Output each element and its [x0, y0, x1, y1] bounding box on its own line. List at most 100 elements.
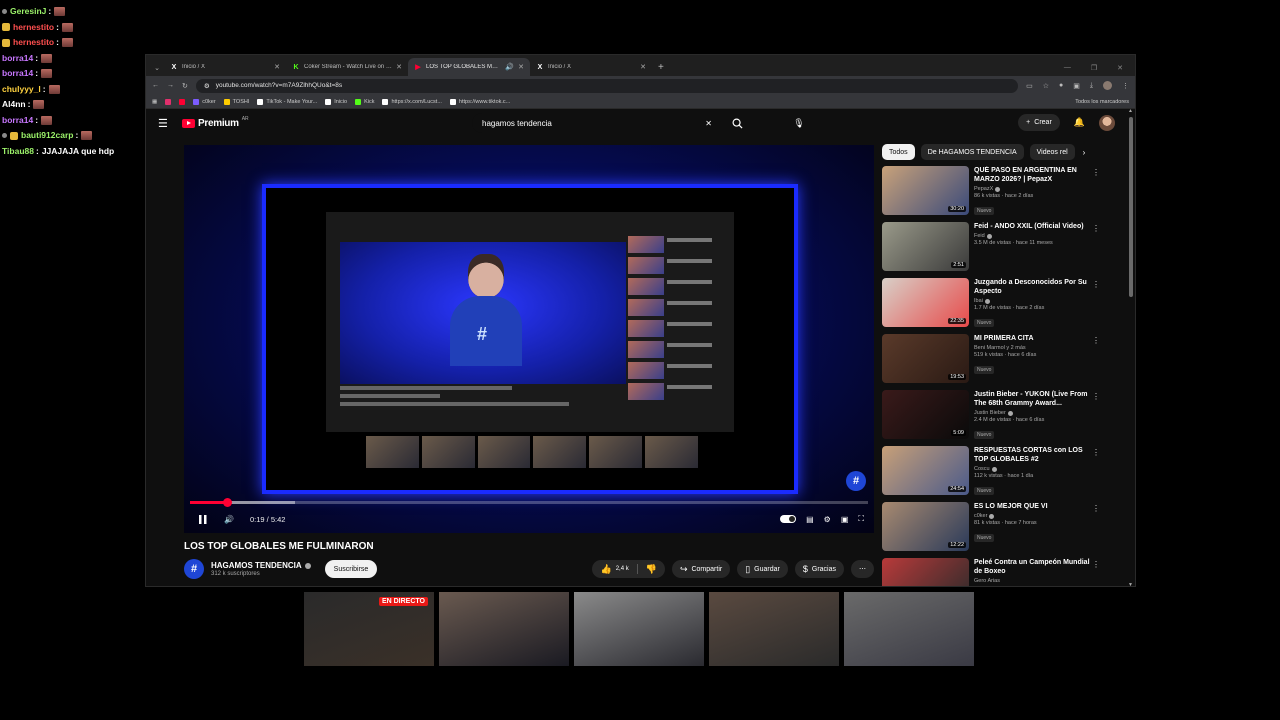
browser-tab[interactable]: K Coker Stream - Watch Live on Kick ✕ — [286, 58, 408, 76]
close-tab-icon[interactable]: ✕ — [518, 63, 524, 71]
dislike-icon[interactable]: 👎 — [646, 564, 657, 575]
channel-name-row[interactable]: HAGAMOS TENDENCIA — [211, 561, 311, 570]
url-field[interactable]: ⚙ youtube.com/watch?v=m7A9ZlhhQUo&t=8s — [195, 78, 1019, 93]
chat-username[interactable]: GeresinJ — [10, 4, 46, 20]
fullscreen-icon[interactable]: ⛶ — [858, 514, 864, 524]
recommendation-thumbnail[interactable]: 22:35 — [882, 278, 969, 327]
scroll-up-icon[interactable]: ▲ — [1128, 108, 1133, 114]
more-options-icon[interactable]: ⋮ — [1092, 224, 1100, 233]
bookmark-item[interactable]: Kick — [355, 98, 374, 105]
recommendation-thumbnail[interactable]: 12:22 — [882, 502, 969, 551]
chat-username[interactable]: Tibau88 — [2, 144, 34, 160]
more-options-icon[interactable]: ⋮ — [1092, 448, 1100, 457]
recommendation-title[interactable]: Justin Bieber - YUKON (Live From The 68t… — [974, 390, 1094, 408]
bookmark-item[interactable]: Inicio — [325, 98, 347, 105]
recommendation-item[interactable]: 2:51 Feid - ANDO XXIL (Official Video) Fei… — [882, 222, 1114, 278]
chat-username[interactable]: Al4nn — [2, 97, 26, 113]
recommendation-thumbnail[interactable]: 24:54 — [882, 446, 969, 495]
more-options-icon[interactable]: ⋮ — [1092, 168, 1100, 177]
progress-bar[interactable] — [190, 498, 868, 507]
site-info-icon[interactable]: ⚙ — [204, 82, 210, 90]
hamburger-menu-icon[interactable]: ☰ — [158, 117, 178, 130]
autoplay-toggle[interactable] — [780, 515, 797, 523]
new-tab-icon[interactable]: + — [658, 62, 664, 73]
channel-avatar[interactable]: # — [184, 559, 204, 579]
all-bookmarks[interactable]: Todos los marcadores — [1075, 99, 1129, 105]
close-window-icon[interactable]: ✕ — [1117, 64, 1123, 72]
puzzle-icon[interactable]: ▣ — [1073, 82, 1080, 90]
extension-icon[interactable]: ● — [1059, 82, 1063, 89]
back-icon[interactable]: ← — [152, 82, 159, 89]
search-icon[interactable] — [722, 113, 752, 133]
recommendation-item[interactable]: 19:53 MI PRIMERA CITA Beni Marmol y 2 más 5… — [882, 334, 1114, 390]
clear-search-icon[interactable]: ✕ — [705, 119, 712, 128]
recommendation-channel[interactable]: Feid — [974, 233, 1094, 239]
more-options-icon[interactable]: ⋮ — [1092, 504, 1100, 513]
video-player[interactable]: # # 🔊 0:19 / 5:42 ▤ ⚙ ▣ ⛶ — [184, 145, 874, 533]
close-tab-icon[interactable]: ✕ — [274, 63, 280, 71]
recommendation-item[interactable]: 5:09 Justin Bieber - YUKON (Live From The… — [882, 390, 1114, 446]
chat-username[interactable]: hernestito — [13, 35, 54, 51]
recommendation-thumbnail[interactable]: 2:51 — [882, 222, 969, 271]
bookmark-item[interactable] — [165, 98, 172, 105]
bookmark-item[interactable]: TikTok - Make Your... — [257, 98, 317, 105]
recommendation-title[interactable]: RESPUESTAS CORTAS con LOS TOP GLOBALES #… — [974, 446, 1094, 464]
profile-icon[interactable] — [1103, 81, 1112, 90]
recommendation-title[interactable]: QUÉ PASÓ EN ARGENTINA EN MARZO 2026? | P… — [974, 166, 1094, 184]
minimize-icon[interactable]: — — [1064, 64, 1071, 72]
recommendation-thumbnail[interactable]: 5:09 — [882, 390, 969, 439]
recommendation-channel[interactable]: Gero Arias — [974, 578, 1094, 584]
recommendation-item[interactable]: 22:35 Juzgando a Desconocidos Por Su Aspe… — [882, 278, 1114, 334]
recommendation-item[interactable]: 30:20 QUÉ PASÓ EN ARGENTINA EN MARZO 2026… — [882, 166, 1114, 222]
bookmark-item[interactable]: https://x.com/Lucst... — [382, 98, 442, 105]
recommendation-channel[interactable]: Ibai — [974, 298, 1094, 304]
close-tab-icon[interactable]: ✕ — [640, 63, 646, 71]
filter-chip[interactable]: Videos rel — [1029, 144, 1075, 160]
bookmark-item[interactable] — [179, 98, 186, 105]
save-button[interactable]: ▯ Guardar — [737, 560, 788, 578]
thanks-button[interactable]: $ Gracias — [794, 560, 844, 578]
chat-username[interactable]: borra14 — [2, 66, 33, 82]
scrubber-handle[interactable] — [223, 498, 233, 507]
apps-grid-icon[interactable]: ▦ — [152, 99, 157, 105]
bookmark-star-icon[interactable]: ☆ — [1043, 82, 1049, 90]
create-button[interactable]: + Crear — [1018, 114, 1060, 131]
recommendation-channel[interactable]: c0ker — [974, 513, 1094, 519]
tab-search-icon[interactable]: ⌄ — [150, 60, 164, 76]
reload-icon[interactable]: ↻ — [182, 82, 188, 90]
filter-chip[interactable]: De HAGAMOS TENDENCIA — [920, 144, 1024, 160]
recommendation-title[interactable]: ES LO MEJOR QUE VI — [974, 502, 1094, 511]
maximize-icon[interactable]: ❐ — [1091, 64, 1097, 72]
recommendation-thumbnail[interactable]: 30:20 — [882, 166, 969, 215]
menu-kebab-icon[interactable]: ⋮ — [1122, 82, 1129, 90]
recommendation-channel[interactable]: Coscu — [974, 466, 1094, 472]
volume-icon[interactable]: 🔊 — [220, 511, 238, 527]
recommendation-title[interactable]: Peleé Contra un Campeón Mundial de Boxeo — [974, 558, 1094, 576]
more-options-icon[interactable]: ⋮ — [1092, 336, 1100, 345]
chat-username[interactable]: borra14 — [2, 113, 33, 129]
scroll-down-icon[interactable]: ▼ — [1128, 582, 1133, 586]
scrollbar-thumb[interactable] — [1129, 117, 1133, 297]
recommendation-title[interactable]: Juzgando a Desconocidos Por Su Aspecto — [974, 278, 1094, 296]
chevron-right-icon[interactable]: › — [1083, 148, 1086, 157]
chat-username[interactable]: chulyyy_l — [2, 82, 41, 98]
bookmark-item[interactable]: TOSHI — [223, 98, 249, 105]
close-tab-icon[interactable]: ✕ — [396, 63, 402, 71]
recommendation-thumbnail[interactable] — [882, 558, 969, 586]
settings-gear-icon[interactable]: ⚙ — [824, 515, 831, 524]
forward-icon[interactable]: → — [167, 82, 174, 89]
audio-icon[interactable]: 🔊 — [505, 63, 514, 71]
notifications-bell-icon[interactable]: 🔔 — [1074, 117, 1085, 128]
subtitles-icon[interactable]: ▤ — [806, 515, 814, 524]
more-options-icon[interactable]: ⋮ — [1092, 560, 1100, 569]
browser-tab[interactable]: X Inicio / X ✕ — [164, 58, 286, 76]
voice-search-icon[interactable]: 🎙 — [791, 115, 807, 131]
recommendation-item[interactable]: Peleé Contra un Campeón Mundial de Boxeo… — [882, 558, 1114, 586]
recommendation-item[interactable]: 24:54 RESPUESTAS CORTAS con LOS TOP GLOBA… — [882, 446, 1114, 502]
recommendation-thumbnail[interactable]: 19:53 — [882, 334, 969, 383]
youtube-premium-logo[interactable]: Premium AR — [182, 116, 249, 129]
like-icon[interactable]: 👍 — [600, 564, 611, 575]
pause-icon[interactable] — [194, 511, 212, 527]
recommendation-title[interactable]: MI PRIMERA CITA — [974, 334, 1094, 343]
channel-watermark-icon[interactable]: # — [846, 471, 866, 491]
